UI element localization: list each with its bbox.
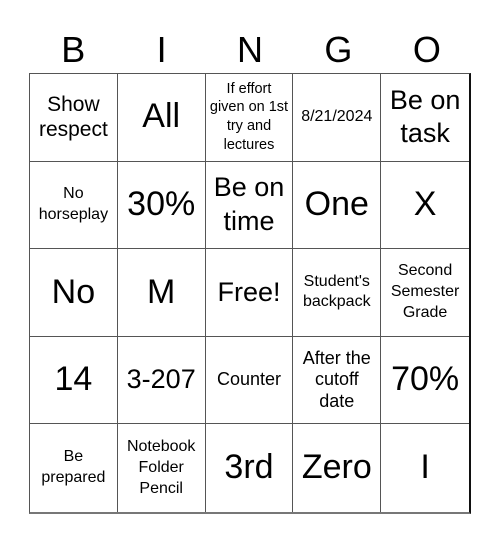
header-letter-i: I <box>156 29 167 70</box>
bingo-cell-text: Show respect <box>38 93 108 142</box>
bingo-cell-text: If effort given on 1st try and lectures <box>209 80 289 154</box>
bingo-cell-i3[interactable]: M <box>117 249 206 337</box>
bingo-cell-i4[interactable]: 3-207 <box>117 336 206 425</box>
bingo-cell-n5[interactable]: 3rd <box>206 424 294 512</box>
bingo-cell-text: Zero <box>301 448 372 487</box>
bingo-header: B I N G O <box>29 28 471 72</box>
bingo-cell-text: After the cutoff date <box>302 347 371 411</box>
bingo-cell-text: 3-207 <box>126 364 196 395</box>
bingo-cell-text: Be on time <box>213 172 285 236</box>
bingo-cell-b4[interactable]: 14 <box>30 336 118 425</box>
bingo-cell-i2[interactable]: 30% <box>117 161 206 250</box>
bingo-cell-o5[interactable]: I <box>381 424 469 512</box>
bingo-cell-text: No <box>51 272 96 311</box>
bingo-cell-text: I <box>420 448 430 487</box>
bingo-cell-g3[interactable]: Student's backpack <box>293 249 382 337</box>
bingo-cell-n2[interactable]: Be on time <box>205 161 294 250</box>
bingo-cell-b5[interactable]: Be prepared <box>30 424 118 512</box>
bingo-grid: Show respect All If effort given on 1st tr… <box>29 73 471 514</box>
bingo-cell-text: M <box>147 272 176 311</box>
bingo-cell-text: 14 <box>54 360 93 399</box>
header-letter-o: O <box>412 29 441 70</box>
bingo-cell-g1[interactable]: 8/21/2024 <box>293 74 382 162</box>
bingo-cell-text: 30% <box>127 185 196 224</box>
header-letter-n: N <box>237 29 264 70</box>
bingo-cell-i5[interactable]: Notebook Folder Pencil <box>118 424 206 512</box>
bingo-cell-n1[interactable]: If effort given on 1st try and lectures <box>205 74 294 162</box>
bingo-cell-o3[interactable]: Second Semester Grade <box>381 249 469 337</box>
bingo-cell-text: Counter <box>216 369 282 390</box>
bingo-cell-text: One <box>304 185 369 224</box>
bingo-cell-text: 70% <box>391 360 460 399</box>
bingo-cell-n3[interactable]: Free! <box>205 249 294 337</box>
bingo-cell-text: Free! <box>217 276 281 307</box>
bingo-cell-i1[interactable]: All <box>117 74 206 162</box>
bingo-cell-g5[interactable]: Zero <box>293 424 382 512</box>
bingo-cell-text: Second Semester Grade <box>390 262 460 321</box>
bingo-cell-g4[interactable]: After the cutoff date <box>293 336 382 425</box>
bingo-cell-o4[interactable]: 70% <box>381 337 469 425</box>
bingo-cell-text: Be on task <box>389 84 461 149</box>
bingo-cell-b2[interactable]: No horseplay <box>30 161 118 250</box>
bingo-cell-n4[interactable]: Counter <box>205 336 294 425</box>
bingo-cell-text: All <box>142 97 181 136</box>
bingo-cell-text: Notebook Folder Pencil <box>126 437 196 497</box>
bingo-cell-g2[interactable]: One <box>293 161 382 250</box>
bingo-cell-text: 8/21/2024 <box>301 107 373 125</box>
bingo-cell-o2[interactable]: X <box>381 162 469 250</box>
bingo-cell-text: Student's backpack <box>302 272 371 311</box>
bingo-cell-text: Be prepared <box>41 448 106 487</box>
bingo-cell-text: No horseplay <box>38 185 109 223</box>
header-letter-g: G <box>324 29 353 70</box>
header-letter-b: B <box>61 29 86 70</box>
bingo-cell-o1[interactable]: Be on task <box>381 74 469 162</box>
bingo-cell-text: X <box>413 185 437 224</box>
bingo-cell-text: 3rd <box>224 448 274 487</box>
bingo-cell-b1[interactable]: Show respect <box>30 74 118 162</box>
bingo-cell-b3[interactable]: No <box>30 249 118 337</box>
